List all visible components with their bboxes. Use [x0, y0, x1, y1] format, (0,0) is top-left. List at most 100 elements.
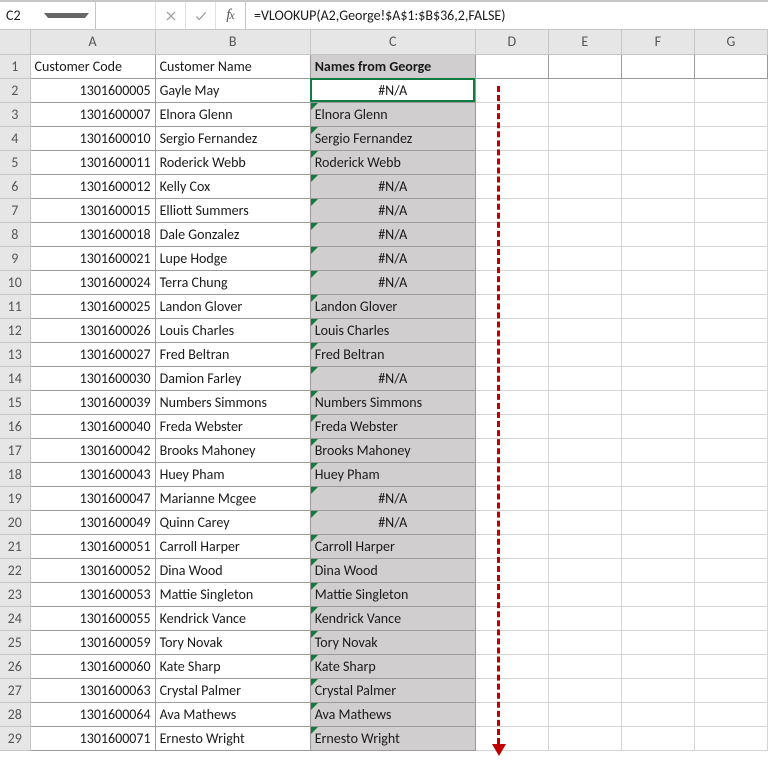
cell-blank[interactable] [548, 78, 621, 102]
cell-A4[interactable]: 1301600010 [30, 126, 155, 150]
cell-C17[interactable]: Brooks Mahoney [310, 438, 475, 462]
cell-A29[interactable]: 1301600071 [30, 726, 155, 750]
cell-blank[interactable] [694, 606, 767, 630]
cell-C11[interactable]: Landon Glover [310, 294, 475, 318]
cell-blank[interactable] [694, 342, 767, 366]
row-header-14[interactable]: 14 [0, 366, 30, 390]
cell-blank[interactable] [621, 294, 694, 318]
insert-function-button[interactable]: fx [216, 2, 246, 29]
cell-blank[interactable] [548, 534, 621, 558]
cell-blank[interactable] [621, 246, 694, 270]
cell-D1[interactable] [475, 54, 548, 78]
cell-blank[interactable] [694, 366, 767, 390]
cell-B17[interactable]: Brooks Mahoney [155, 438, 310, 462]
cell-C13[interactable]: Fred Beltran [310, 342, 475, 366]
cell-blank[interactable] [694, 462, 767, 486]
row-header-9[interactable]: 9 [0, 246, 30, 270]
row-header-4[interactable]: 4 [0, 126, 30, 150]
cell-blank[interactable] [475, 126, 548, 150]
row-header-13[interactable]: 13 [0, 342, 30, 366]
cell-B27[interactable]: Crystal Palmer [155, 678, 310, 702]
cell-blank[interactable] [475, 438, 548, 462]
cell-blank[interactable] [621, 174, 694, 198]
cell-C29[interactable]: Ernesto Wright [310, 726, 475, 750]
cell-B8[interactable]: Dale Gonzalez [155, 222, 310, 246]
cell-B9[interactable]: Lupe Hodge [155, 246, 310, 270]
cell-blank[interactable] [548, 678, 621, 702]
cell-C6[interactable]: #N/A [310, 174, 475, 198]
cell-blank[interactable] [548, 126, 621, 150]
cell-A9[interactable]: 1301600021 [30, 246, 155, 270]
cell-C28[interactable]: Ava Mathews [310, 702, 475, 726]
cell-A20[interactable]: 1301600049 [30, 510, 155, 534]
cell-blank[interactable] [548, 726, 621, 750]
cell-blank[interactable] [475, 102, 548, 126]
cell-B18[interactable]: Huey Pham [155, 462, 310, 486]
col-header-A[interactable]: A [30, 30, 155, 54]
row-header-15[interactable]: 15 [0, 390, 30, 414]
cell-blank[interactable] [621, 558, 694, 582]
cell-B5[interactable]: Roderick Webb [155, 150, 310, 174]
row-header-2[interactable]: 2 [0, 78, 30, 102]
cell-blank[interactable] [475, 270, 548, 294]
cell-A25[interactable]: 1301600059 [30, 630, 155, 654]
cell-A21[interactable]: 1301600051 [30, 534, 155, 558]
cell-blank[interactable] [621, 342, 694, 366]
cell-blank[interactable] [475, 318, 548, 342]
cell-C18[interactable]: Huey Pham [310, 462, 475, 486]
row-header-20[interactable]: 20 [0, 510, 30, 534]
cell-C20[interactable]: #N/A [310, 510, 475, 534]
row-header-27[interactable]: 27 [0, 678, 30, 702]
cell-blank[interactable] [548, 702, 621, 726]
cell-blank[interactable] [694, 246, 767, 270]
cell-blank[interactable] [548, 390, 621, 414]
cell-blank[interactable] [548, 510, 621, 534]
name-box[interactable]: C2 [0, 2, 96, 29]
cell-B26[interactable]: Kate Sharp [155, 654, 310, 678]
cell-A24[interactable]: 1301600055 [30, 606, 155, 630]
cell-A5[interactable]: 1301600011 [30, 150, 155, 174]
cell-A18[interactable]: 1301600043 [30, 462, 155, 486]
cell-B25[interactable]: Tory Novak [155, 630, 310, 654]
row-header-12[interactable]: 12 [0, 318, 30, 342]
cell-C22[interactable]: Dina Wood [310, 558, 475, 582]
row-header-7[interactable]: 7 [0, 198, 30, 222]
row-header-5[interactable]: 5 [0, 150, 30, 174]
cell-C27[interactable]: Crystal Palmer [310, 678, 475, 702]
row-header-6[interactable]: 6 [0, 174, 30, 198]
cell-A2[interactable]: 1301600005 [30, 78, 155, 102]
cell-blank[interactable] [694, 78, 767, 102]
cell-blank[interactable] [694, 486, 767, 510]
cell-blank[interactable] [548, 582, 621, 606]
row-header-26[interactable]: 26 [0, 654, 30, 678]
cell-blank[interactable] [475, 150, 548, 174]
cell-blank[interactable] [548, 270, 621, 294]
cell-B4[interactable]: Sergio Fernandez [155, 126, 310, 150]
cell-A10[interactable]: 1301600024 [30, 270, 155, 294]
cell-B13[interactable]: Fred Beltran [155, 342, 310, 366]
cell-B21[interactable]: Carroll Harper [155, 534, 310, 558]
name-box-caret-icon[interactable] [44, 13, 90, 18]
cell-blank[interactable] [548, 606, 621, 630]
cell-A26[interactable]: 1301600060 [30, 654, 155, 678]
cell-C1[interactable]: Names from George [310, 54, 475, 78]
row-header-24[interactable]: 24 [0, 606, 30, 630]
cell-A28[interactable]: 1301600064 [30, 702, 155, 726]
cell-B2[interactable]: Gayle May [155, 78, 310, 102]
cell-E1[interactable] [548, 54, 621, 78]
cell-blank[interactable] [475, 414, 548, 438]
row-header-29[interactable]: 29 [0, 726, 30, 750]
cell-C16[interactable]: Freda Webster [310, 414, 475, 438]
cell-blank[interactable] [694, 174, 767, 198]
cell-blank[interactable] [475, 702, 548, 726]
cell-A8[interactable]: 1301600018 [30, 222, 155, 246]
cell-blank[interactable] [694, 558, 767, 582]
spreadsheet-grid[interactable]: A B C D E F G 1 Customer Code Customer N… [0, 30, 768, 751]
select-all-corner[interactable] [0, 30, 30, 54]
col-header-B[interactable]: B [155, 30, 310, 54]
cell-C4[interactable]: Sergio Fernandez [310, 126, 475, 150]
cell-C9[interactable]: #N/A [310, 246, 475, 270]
cell-blank[interactable] [621, 222, 694, 246]
cell-B6[interactable]: Kelly Cox [155, 174, 310, 198]
cell-B14[interactable]: Damion Farley [155, 366, 310, 390]
